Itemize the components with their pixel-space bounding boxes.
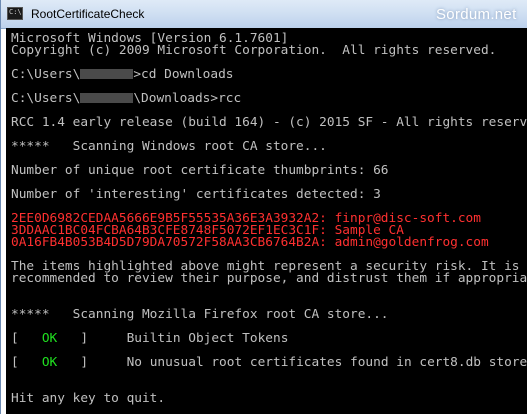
status-bracket: ] — [57, 355, 89, 370]
prompt-command: >cd Downloads — [133, 67, 234, 82]
status-bracket: [ — [11, 331, 42, 346]
ok-badge: OK — [41, 331, 58, 346]
status-bracket: [ — [11, 355, 42, 370]
window-title: RootCertificateCheck — [31, 7, 145, 21]
status-bracket: ] — [57, 331, 89, 346]
console-output[interactable]: Microsoft Windows [Version 6.1.7601] Cop… — [6, 28, 527, 414]
watermark: Sordum.net — [436, 6, 517, 23]
console-line: recommended to review their purpose, and… — [11, 271, 527, 286]
prompt-prefix: C:\Users\ — [11, 67, 81, 82]
console-line: Number of unique root certificate thumbp… — [11, 163, 389, 178]
redacted-username — [80, 69, 134, 79]
console-line: ***** Scanning Windows root CA store... — [11, 139, 327, 154]
console-line: Number of 'interesting' certificates det… — [11, 187, 381, 202]
status-message: Builtin Object Tokens — [88, 331, 289, 346]
redacted-username — [80, 93, 134, 103]
title-bar[interactable]: C:\ RootCertificateCheck Sordum.net — [1, 0, 527, 29]
console-line: Hit any key to quit. — [11, 391, 166, 406]
prompt-command: \Downloads>rcc — [133, 91, 242, 106]
prompt-prefix: C:\Users\ — [11, 91, 81, 106]
console-app-icon[interactable]: C:\ — [7, 7, 23, 20]
console-line: Copyright (c) 2009 Microsoft Corporation… — [11, 43, 497, 58]
status-line: [ OK ] Builtin Object Tokens — [11, 332, 288, 345]
status-line: [ OK ] No unusual root certificates foun… — [11, 356, 527, 369]
status-message: No unusual root certificates found in ce… — [88, 355, 527, 370]
console-line: C:\Users\ >cd Downloads — [11, 68, 234, 81]
icon-label: C:\ — [9, 8, 22, 16]
console-window: C:\ RootCertificateCheck Sordum.net Micr… — [0, 0, 527, 414]
console-line: C:\Users\ \Downloads>rcc — [11, 92, 241, 105]
console-line: ***** Scanning Mozilla Firefox root CA s… — [11, 307, 389, 322]
ok-badge: OK — [41, 355, 58, 370]
flagged-certificate: 0A16FB4B053B4D5D79DA70572F58AA3CB6764B2A… — [11, 235, 489, 250]
console-line: RCC 1.4 early release (build 164) - (c) … — [11, 115, 527, 130]
